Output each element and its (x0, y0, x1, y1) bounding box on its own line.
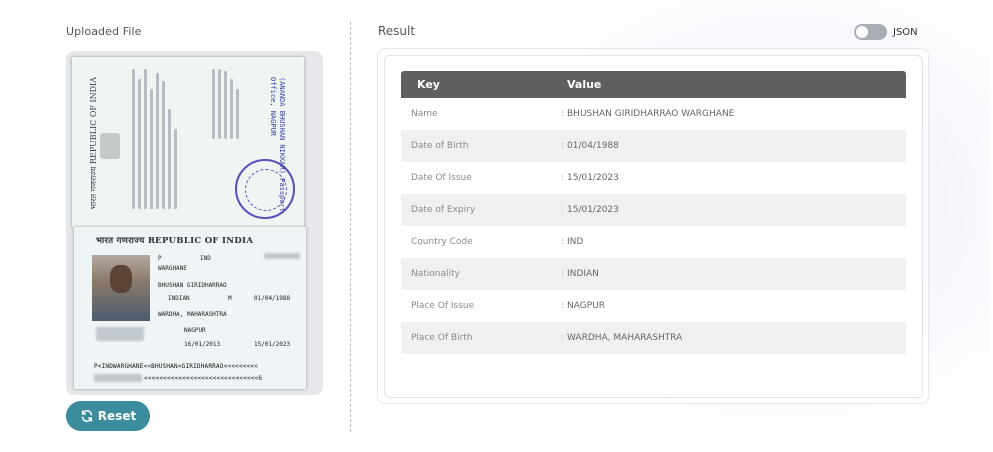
row-value: NAGPUR (567, 301, 605, 311)
row-value: 15/01/2023 (567, 173, 619, 183)
passport-blue-signature-text: (ANANDA BHUSHAN NIKKAR) Passport Office,… (269, 77, 286, 212)
table-row: Date of Birth : 01/04/1988 (401, 130, 906, 162)
row-value: BHUSHAN GIRIDHARRAO WARGHANE (567, 109, 735, 119)
passport-type: P (158, 255, 162, 262)
row-separator: : (561, 173, 565, 183)
header-key: Key (417, 78, 440, 91)
table-row: Nationality : INDIAN (401, 258, 906, 290)
redacted-signature (96, 327, 144, 341)
row-key: Place Of Issue (411, 301, 475, 311)
reset-button-label: Reset (97, 409, 137, 423)
json-toggle-switch[interactable] (854, 24, 887, 40)
passport-date-of-issue: 16/01/2013 (184, 341, 221, 348)
json-toggle-label: JSON (893, 26, 918, 38)
emblem-icon (100, 133, 120, 159)
row-key: Date of Birth (411, 141, 469, 151)
passport-mrz-line-2: <<<<<<<<<<<<<<<<<<<<<<<<<<<<<<6 (144, 375, 263, 382)
row-key: Date Of Issue (411, 173, 472, 183)
row-key: Nationality (411, 269, 460, 279)
row-value: 15/01/2023 (567, 205, 619, 215)
row-separator: : (561, 333, 565, 343)
header-value: Value (567, 78, 602, 91)
row-separator: : (561, 269, 565, 279)
row-value: INDIAN (567, 269, 599, 279)
table-row: Date of Expiry : 15/01/2023 (401, 194, 906, 226)
passport-dob: 01/04/1988 (254, 295, 291, 302)
passport-mrz-line-1: P<INDWARGHANE<<BHUSHAN<GIRIDHARRAO<<<<<<… (94, 363, 258, 370)
row-separator: : (561, 141, 565, 151)
row-key: Place Of Birth (411, 333, 473, 343)
passport-country-code: IND (200, 255, 211, 262)
passport-text-lines-2 (212, 69, 242, 143)
passport-date-of-expiry: 15/01/2023 (254, 341, 291, 348)
uploaded-file-preview: भारत गणराज्य REPUBLIC OF INDIA (ANANDA B… (66, 51, 323, 395)
passport-data-page: भारत गणराज्य REPUBLIC OF INDIA P IND WAR… (74, 227, 306, 389)
table-row: Country Code : IND (401, 226, 906, 258)
row-separator: : (561, 301, 565, 311)
row-value: IND (567, 237, 584, 247)
table-row: Date Of Issue : 15/01/2023 (401, 162, 906, 194)
row-key: Name (411, 109, 438, 119)
row-key: Country Code (411, 237, 473, 247)
passport-given-names: BHUSHAN GIRIDHARRAO (158, 282, 227, 289)
table-header: Key Value (401, 71, 906, 98)
passport-seal-stamp (235, 159, 295, 219)
panel-divider (350, 22, 351, 432)
row-separator: : (561, 237, 565, 247)
json-toggle[interactable]: JSON (854, 24, 918, 40)
table-row: Place Of Issue : NAGPUR (401, 290, 906, 322)
passport-place-of-issue: NAGPUR (184, 327, 206, 334)
row-separator: : (561, 205, 565, 215)
result-table: Key Value Name : BHUSHAN GIRIDHARRAO WAR… (401, 71, 906, 354)
passport-surname: WARGHANE (158, 265, 187, 272)
row-value: 01/04/1988 (567, 141, 619, 151)
row-separator: : (561, 109, 565, 119)
redacted-passport-number (264, 253, 300, 259)
table-row: Place Of Birth : WARDHA, MAHARASHTRA (401, 322, 906, 354)
uploaded-file-title: Uploaded File (66, 25, 142, 38)
passport-text-lines (132, 69, 180, 213)
result-title: Result (378, 24, 416, 38)
passport-place-of-birth: WARDHA, MAHARASHTRA (158, 311, 227, 318)
row-key: Date of Expiry (411, 205, 476, 215)
refresh-icon (81, 410, 92, 422)
reset-button[interactable]: Reset (66, 401, 150, 431)
row-value: WARDHA, MAHARASHTRA (567, 333, 683, 343)
redacted-mrz-number (94, 374, 142, 382)
passport-photo (92, 255, 150, 321)
passport-vertical-header: भारत गणराज्य REPUBLIC OF INDIA (89, 77, 98, 210)
passport-nationality: INDIAN (168, 295, 190, 302)
table-row: Name : BHUSHAN GIRIDHARRAO WARGHANE (401, 98, 906, 130)
json-toggle-knob (856, 26, 868, 38)
passport-sex: M (228, 295, 232, 302)
passport-header: भारत गणराज्य REPUBLIC OF INDIA (96, 236, 254, 246)
passport-top-page: भारत गणराज्य REPUBLIC OF INDIA (ANANDA B… (72, 57, 304, 227)
